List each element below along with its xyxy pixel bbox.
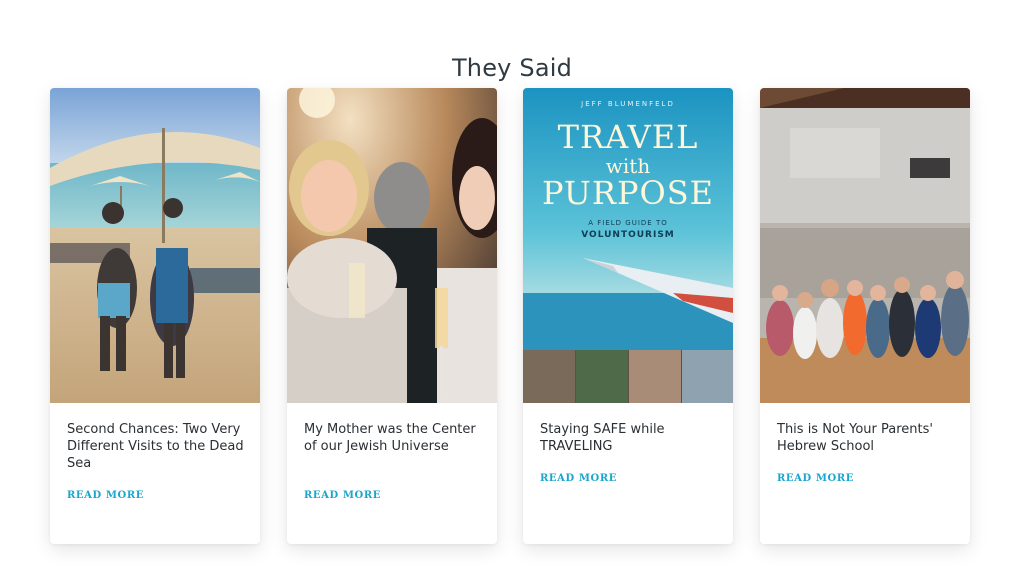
section-title: They Said [451, 53, 573, 82]
article-image-group[interactable] [760, 88, 970, 403]
read-more-link[interactable]: READ MORE [777, 473, 854, 484]
book-author: JEFF BLUMENFELD [581, 100, 675, 108]
article-title[interactable]: Second Chances: Two Very Different Visit… [67, 421, 246, 472]
article-title[interactable]: Staying SAFE while TRAVELING [540, 421, 719, 455]
article-image-dead-sea[interactable] [50, 88, 260, 403]
article-image-book-cover[interactable]: JEFF BLUMENFELD TRAVEL with PURPOSE A FI… [523, 88, 733, 403]
article-title[interactable]: This is Not Your Parents' Hebrew School [777, 421, 956, 455]
book-title-line1: TRAVEL [557, 118, 699, 156]
book-subtitle: A FIELD GUIDE TO [588, 219, 668, 227]
read-more-link[interactable]: READ MORE [67, 490, 144, 501]
article-image-celebration[interactable] [287, 88, 497, 403]
read-more-link[interactable]: READ MORE [540, 473, 617, 484]
article-card-dead-sea[interactable]: Second Chances: Two Very Different Visit… [50, 88, 260, 544]
article-title[interactable]: My Mother was the Center of our Jewish U… [304, 421, 483, 455]
article-card-hebrew-school[interactable]: This is Not Your Parents' Hebrew School … [760, 88, 970, 544]
article-card-mother[interactable]: My Mother was the Center of our Jewish U… [287, 88, 497, 544]
book-title-line3: PURPOSE [541, 174, 715, 212]
read-more-link[interactable]: READ MORE [304, 490, 381, 501]
book-subtitle-2: VOLUNTOURISM [581, 230, 675, 240]
article-card-travel-safe[interactable]: JEFF BLUMENFELD TRAVEL with PURPOSE A FI… [523, 88, 733, 544]
